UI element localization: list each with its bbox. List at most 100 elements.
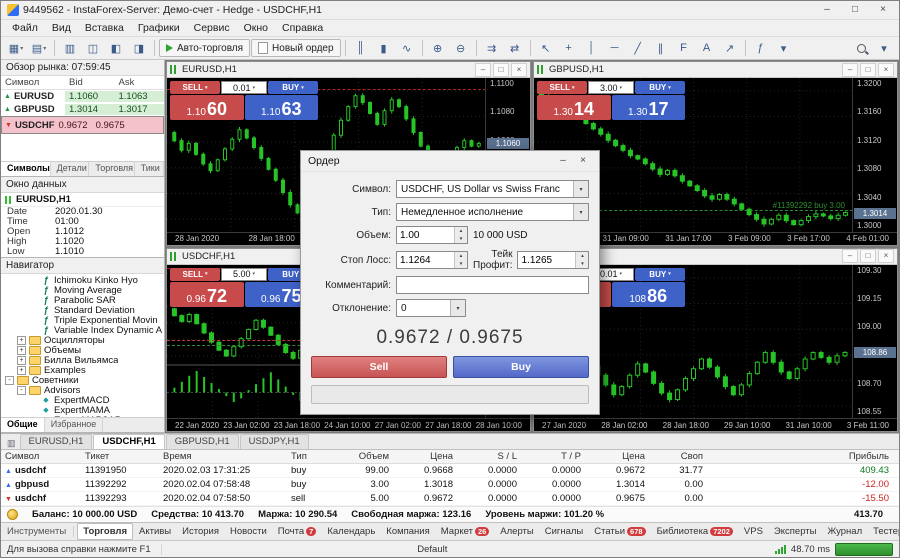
navigator-item-standard-deviation[interactable]: +ƒStandard Deviation [1, 305, 164, 315]
toolbox-tab-trade[interactable]: Торговля [77, 523, 133, 540]
vertical-line-icon[interactable]: │ [581, 38, 603, 58]
sell-button[interactable]: SELL▾ [170, 268, 220, 281]
volume-stepper[interactable]: ▲ ▼ [396, 226, 468, 244]
market-watch-row[interactable]: ▼USDCHF0.96720.9675 [1, 116, 164, 134]
deviation-select[interactable]: 0 ▾ [396, 299, 466, 317]
column-header-5[interactable]: Цена [393, 451, 457, 462]
channel-icon[interactable]: ∥ [650, 38, 672, 58]
toolbox-tab-assets[interactable]: Активы [134, 524, 176, 539]
menu-view[interactable]: Вид [45, 22, 78, 34]
menu-tools[interactable]: Сервис [187, 22, 237, 34]
navigator-folder-examples[interactable]: +Examples [1, 365, 164, 375]
toolbox-tab-experts[interactable]: Эксперты [769, 524, 822, 539]
chart-tab-eurusd[interactable]: EURUSD,H1 [20, 434, 93, 449]
data-window-toggle-icon[interactable]: ◫ [82, 38, 104, 58]
maximize-button[interactable]: □ [841, 2, 869, 18]
column-header-2[interactable]: Время [159, 451, 287, 462]
spin-down-icon[interactable]: ▼ [455, 235, 467, 243]
buy-button[interactable]: BUY▾ [635, 268, 685, 281]
volume-input[interactable] [397, 227, 454, 243]
toolbox-tab-signals[interactable]: Сигналы [540, 524, 589, 539]
buy-button[interactable]: Buy [453, 356, 589, 378]
stop-loss-input[interactable] [397, 252, 454, 268]
spin-up-icon[interactable]: ▲ [455, 252, 467, 260]
column-header-3[interactable]: Тип [287, 451, 335, 462]
take-profit-input[interactable] [518, 252, 575, 268]
buy-button[interactable]: BUY▾ [268, 81, 318, 94]
column-header-6[interactable]: S / L [457, 451, 521, 462]
toolbox-tab-company[interactable]: Компания [381, 524, 434, 539]
toolbox-tab-history[interactable]: История [177, 524, 224, 539]
cursor-icon[interactable]: ↖ [535, 38, 557, 58]
tree-expander-icon[interactable]: - [17, 386, 26, 395]
take-profit-stepper[interactable]: ▲ ▼ [517, 251, 589, 269]
chart-tab-usdchf[interactable]: USDCHF,H1 [93, 434, 164, 449]
window-list-icon[interactable]: ▥ [4, 438, 19, 449]
indicators-icon[interactable]: ƒ [750, 38, 772, 58]
column-header-1[interactable]: Тикет [81, 451, 159, 462]
column-header-10[interactable]: Прибыль [707, 451, 899, 462]
autotrade-button[interactable]: Авто-торговля [159, 39, 250, 57]
chart-close-icon[interactable]: × [511, 63, 527, 77]
market-watch-column-1[interactable]: Bid [65, 76, 115, 89]
lot-input[interactable]: 0.01▾ [221, 81, 267, 94]
market-watch-row[interactable]: ▲GBPUSD1.30141.3017 [1, 103, 164, 116]
time-scale[interactable]: 27 Jan 202028 Jan 02:0028 Jan 18:0029 Ja… [534, 418, 897, 431]
tree-expander-icon[interactable]: + [17, 366, 26, 375]
position-row[interactable]: ▼usdchf113922932020.02.04 07:58:50sell5.… [1, 492, 899, 506]
menu-insert[interactable]: Вставка [78, 22, 131, 34]
column-header-7[interactable]: T / P [521, 451, 585, 462]
navigator-item-expertmama[interactable]: +◆ExpertMAMA [1, 405, 164, 415]
titlebar[interactable]: 9449562 - InstaForex-Server: Демо-счет -… [1, 1, 899, 20]
buy-price[interactable]: 1.1063 [245, 95, 319, 120]
menu-charts[interactable]: Графики [131, 22, 187, 34]
strategy-tester-tab[interactable]: Тестер стратегий [868, 524, 899, 539]
chart-close-icon[interactable]: × [878, 63, 894, 77]
crosshair-icon[interactable]: + [558, 38, 580, 58]
position-row[interactable]: ▲usdchf113919502020.02.03 17:31:25buy99.… [1, 464, 899, 478]
new-chart-icon[interactable]: ▦▾ [5, 38, 27, 58]
toolbox-tab-news[interactable]: Новости [225, 524, 272, 539]
navigator-item-vidya[interactable]: +ƒVariable Index Dynamic A [1, 325, 164, 335]
market-watch-column-2[interactable]: Ask [115, 76, 165, 89]
navigator-toggle-icon[interactable]: ◧ [105, 38, 127, 58]
sell-button[interactable]: Sell [311, 356, 447, 378]
toolbox-tab-alerts[interactable]: Алерты [495, 524, 538, 539]
column-header-0[interactable]: Символ [1, 451, 81, 462]
column-header-4[interactable]: Объем [335, 451, 393, 462]
toolbox-tab-calendar[interactable]: Календарь [322, 524, 380, 539]
toolbox-tab-articles[interactable]: Статьи678 [589, 524, 650, 539]
search-icon[interactable] [850, 38, 872, 58]
navigator-item-ichimoku[interactable]: +ƒIchimoku Kinko Hyo [1, 275, 164, 285]
sell-price[interactable]: 0.9672 [170, 282, 244, 307]
dialog-close-icon[interactable]: × [574, 154, 592, 169]
toolbar-overflow-icon[interactable]: ▾ [873, 38, 895, 58]
market-watch-row[interactable]: ▲EURUSD1.10601.1063 [1, 90, 164, 103]
buy-button[interactable]: BUY▾ [635, 81, 685, 94]
stop-loss-stepper[interactable]: ▲ ▼ [396, 251, 468, 269]
menu-window[interactable]: Окно [237, 22, 275, 34]
trendline-icon[interactable]: ╱ [627, 38, 649, 58]
fibonacci-icon[interactable]: F [673, 38, 695, 58]
tree-expander-icon[interactable]: + [17, 356, 26, 365]
chart-tab-usdjpy[interactable]: USDJPY,H1 [240, 434, 309, 449]
lot-input[interactable]: 5.00▾ [221, 268, 267, 281]
toolbox-tab-journal[interactable]: Журнал [822, 524, 867, 539]
column-header-9[interactable]: Своп [649, 451, 707, 462]
zoom-in-icon[interactable]: ⊕ [427, 38, 449, 58]
tree-expander-icon[interactable]: + [17, 336, 26, 345]
menu-help[interactable]: Справка [275, 22, 330, 34]
statusbar-profile[interactable]: Default [417, 544, 447, 555]
navigator-folder-experts[interactable]: -Советники [1, 375, 164, 385]
navigator-folder-bill-williams[interactable]: +Билла Вильямса [1, 355, 164, 365]
market-watch-header[interactable]: Обзор рынка: 07:59:45 [1, 60, 164, 76]
navigator-item-moving-average[interactable]: +ƒMoving Average [1, 285, 164, 295]
candlestick-chart-icon[interactable]: ▮ [373, 38, 395, 58]
data-window-header[interactable]: Окно данных [1, 177, 164, 193]
spin-down-icon[interactable]: ▼ [576, 260, 588, 268]
arrow-object-icon[interactable]: ↗ [719, 38, 741, 58]
timeframes-icon[interactable]: ▾ [773, 38, 795, 58]
toolbox-tab-library[interactable]: Библиотека7202 [652, 524, 738, 539]
market-watch-tab-symbols[interactable]: Символы [1, 162, 51, 176]
tree-expander-icon[interactable]: + [17, 346, 26, 355]
